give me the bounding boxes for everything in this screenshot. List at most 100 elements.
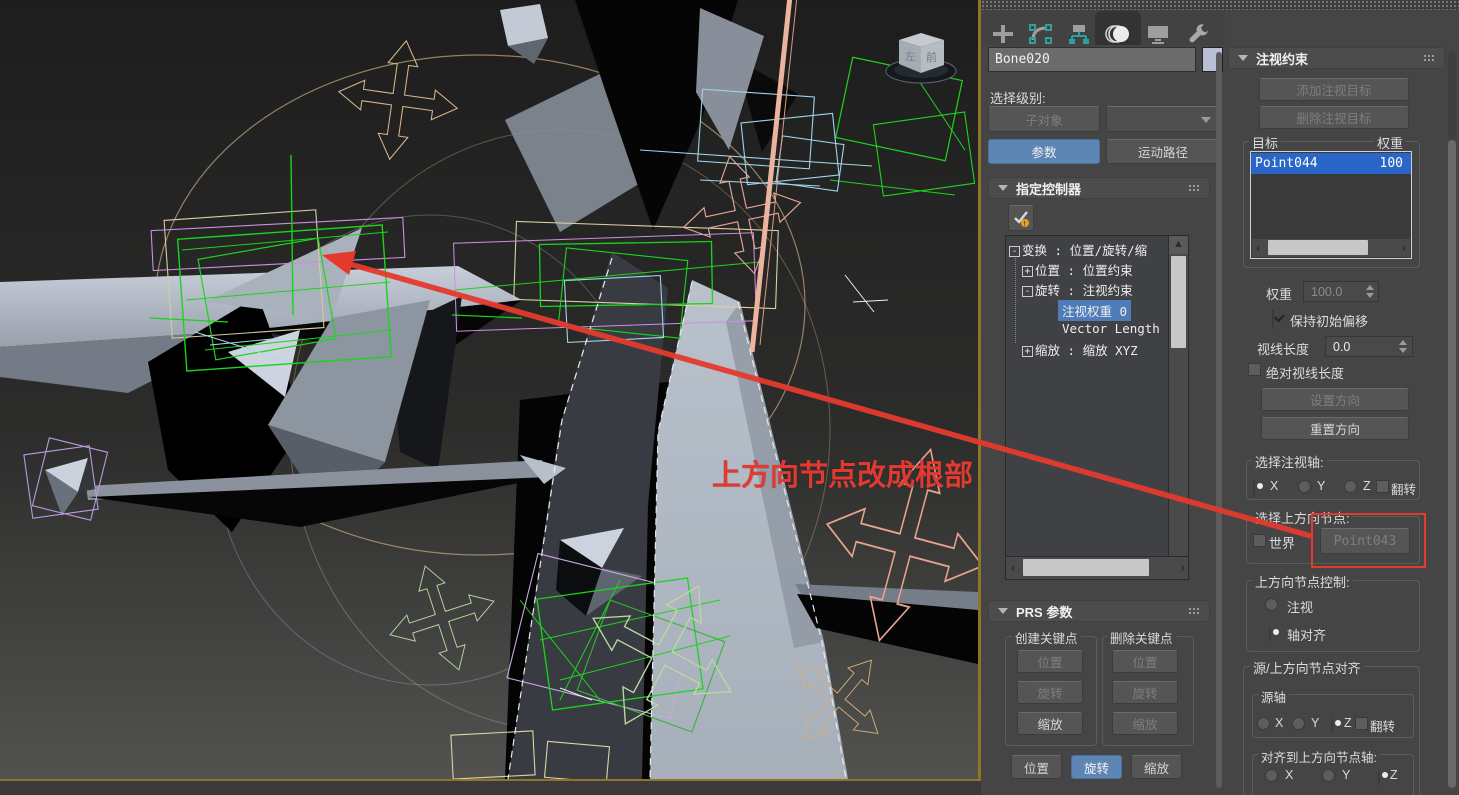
modify-icon[interactable] (1028, 23, 1054, 45)
panel-right-scroll-track[interactable] (1448, 52, 1456, 140)
lookat-axis-y-label: Y (1317, 479, 1326, 493)
lookat-target-list[interactable]: Point044 100 ‹ › (1250, 151, 1412, 259)
upnode-pick-button[interactable]: Point043 (1320, 528, 1410, 554)
spinner-arrows-icon[interactable] (1365, 285, 1375, 298)
tree-row[interactable]: - 旋转 : 注视约束 (1022, 280, 1133, 299)
chevron-down-icon (1201, 117, 1211, 123)
world-checkbox[interactable] (1253, 534, 1266, 547)
scroll-left-icon[interactable]: ‹ (1011, 561, 1015, 574)
upnode-axis-align-radio[interactable] (1269, 625, 1271, 644)
collapse-icon[interactable]: - (1009, 246, 1020, 257)
object-name-field[interactable]: Bone020 (988, 47, 1196, 72)
panel-column-scrollbar[interactable] (1216, 52, 1222, 788)
reset-orientation-button[interactable]: 重置方向 (1261, 417, 1409, 440)
delete-keys-label: 删除关键点 (1107, 628, 1176, 647)
lookat-axis-z-radio[interactable] (1344, 480, 1357, 493)
viewport-bottom-strip (0, 781, 981, 795)
target-list-row-selected[interactable]: Point044 100 (1251, 153, 1411, 174)
motion-icon[interactable] (1103, 23, 1133, 45)
lookat-axis-flip-checkbox[interactable] (1376, 480, 1389, 493)
delete-key-position-button[interactable]: 位置 (1112, 650, 1178, 673)
prs-rotation-button[interactable]: 旋转 (1071, 755, 1122, 779)
annotation-text: 上方向节点改成根部 (712, 460, 974, 492)
aligned-to-x-radio[interactable] (1265, 769, 1278, 782)
list-hscroll-thumb[interactable] (1268, 240, 1368, 255)
viewport-canvas[interactable]: 左 前 (0, 0, 1010, 784)
scroll-left-icon[interactable]: ‹ (1256, 241, 1260, 254)
tree-row[interactable]: - 变换 : 位置/旋转/缩 (1009, 240, 1147, 259)
tree-row[interactable]: Vector Length (1062, 321, 1160, 336)
tree-row[interactable]: + 缩放 : 缩放 XYZ (1022, 340, 1138, 359)
controller-tree[interactable]: - 变换 : 位置/旋转/缩 + 位置 : 位置约束 - 旋转 : 注视约束 注视权重… (1005, 235, 1189, 580)
source-axis-y-radio[interactable] (1292, 717, 1305, 730)
create-plus-icon[interactable] (990, 23, 1016, 45)
tree-vscroll-thumb[interactable] (1171, 256, 1186, 348)
sub-object-dropdown[interactable] (1106, 106, 1220, 132)
scroll-right-icon[interactable]: › (1181, 561, 1185, 574)
create-key-rotation-button[interactable]: 旋转 (1017, 681, 1083, 704)
source-axis-z-radio[interactable] (1331, 716, 1333, 735)
expand-icon[interactable]: + (1022, 346, 1033, 357)
aligned-to-y-label: Y (1342, 768, 1351, 782)
upnode-lookat-label: 注视 (1287, 600, 1314, 615)
target-name: Point044 (1255, 156, 1318, 171)
prs-position-button[interactable]: 位置 (1011, 755, 1062, 779)
assign-controller-title: 指定控制器 (1016, 181, 1082, 197)
svg-text:!: ! (1024, 219, 1026, 227)
delete-key-rotation-button[interactable]: 旋转 (1112, 681, 1178, 704)
target-weight: 100 (1379, 156, 1403, 171)
delete-key-scale-button[interactable]: 缩放 (1112, 712, 1178, 735)
parameters-button[interactable]: 参数 (988, 139, 1100, 164)
panel-drag-strip[interactable] (981, 0, 1459, 10)
absolute-length-checkbox[interactable] (1248, 363, 1261, 376)
source-axis-x-label: X (1275, 716, 1284, 730)
prs-title: PRS 参数 (1016, 604, 1073, 620)
tree-hscroll-thumb[interactable] (1023, 559, 1149, 576)
lookat-rollout[interactable]: 注视约束 (1228, 47, 1445, 69)
upnode-axis-align-label: 轴对齐 (1287, 628, 1327, 643)
prs-scale-button[interactable]: 缩放 (1131, 755, 1182, 779)
sub-object-button[interactable]: 子对象 (988, 106, 1100, 132)
scroll-right-icon[interactable]: › (1402, 241, 1406, 254)
expand-icon[interactable]: + (1022, 266, 1033, 277)
hierarchy-icon[interactable] (1066, 23, 1092, 45)
upnode-lookat-radio[interactable] (1265, 598, 1278, 611)
keep-offset-checkbox[interactable] (1272, 310, 1274, 329)
create-key-scale-button[interactable]: 缩放 (1017, 712, 1083, 735)
spinner-arrows-icon[interactable] (1398, 340, 1408, 353)
viewcube-front-label: 前 (926, 50, 937, 64)
lookat-axis-y-radio[interactable] (1298, 480, 1311, 493)
utilities-wrench-icon[interactable] (1186, 23, 1212, 45)
keep-offset-label: 保持初始偏移 (1290, 314, 1369, 329)
list-hscrollbar[interactable]: ‹ › (1252, 239, 1410, 257)
aligned-to-z-radio[interactable] (1378, 768, 1380, 787)
source-axis-flip-checkbox[interactable] (1355, 717, 1368, 730)
add-lookat-target-button[interactable]: 添加注视目标 (1259, 78, 1409, 101)
tree-vscrollbar[interactable]: ▲ (1168, 236, 1188, 557)
prs-rollout[interactable]: PRS 参数 (988, 600, 1210, 622)
collapse-icon[interactable]: - (1022, 286, 1033, 297)
weight-header: 权重 (1374, 133, 1407, 152)
panel-right-scrollbar[interactable] (1448, 140, 1456, 788)
tree-hscrollbar[interactable]: ‹ › (1006, 556, 1188, 579)
assign-controller-button[interactable]: ! (1008, 205, 1034, 231)
lookat-axis-x-radio[interactable] (1253, 479, 1255, 498)
display-icon[interactable] (1145, 23, 1171, 45)
assign-controller-rollout[interactable]: 指定控制器 (988, 177, 1210, 199)
scroll-up-icon[interactable]: ▲ (1169, 236, 1188, 254)
aligned-to-x-label: X (1285, 768, 1294, 782)
tree-row-selected[interactable]: 注视权重 0 (1058, 300, 1132, 321)
weight-label: 权重 (1266, 287, 1293, 302)
create-key-position-button[interactable]: 位置 (1017, 650, 1083, 673)
source-align-label: 源/上方向节点对齐 (1250, 658, 1364, 677)
aligned-to-y-radio[interactable] (1322, 769, 1335, 782)
absolute-length-label: 绝对视线长度 (1266, 366, 1345, 381)
set-orientation-button[interactable]: 设置方向 (1261, 388, 1409, 411)
source-axis-x-radio[interactable] (1257, 717, 1270, 730)
delete-lookat-target-button[interactable]: 删除注视目标 (1259, 106, 1409, 129)
motion-paths-button[interactable]: 运动路径 (1106, 139, 1220, 164)
command-panel-tabs (981, 10, 1225, 45)
tree-row[interactable]: + 位置 : 位置约束 (1022, 260, 1133, 279)
source-axis-z-label: Z (1344, 716, 1352, 730)
viewport[interactable]: 左 前 (0, 0, 1010, 784)
